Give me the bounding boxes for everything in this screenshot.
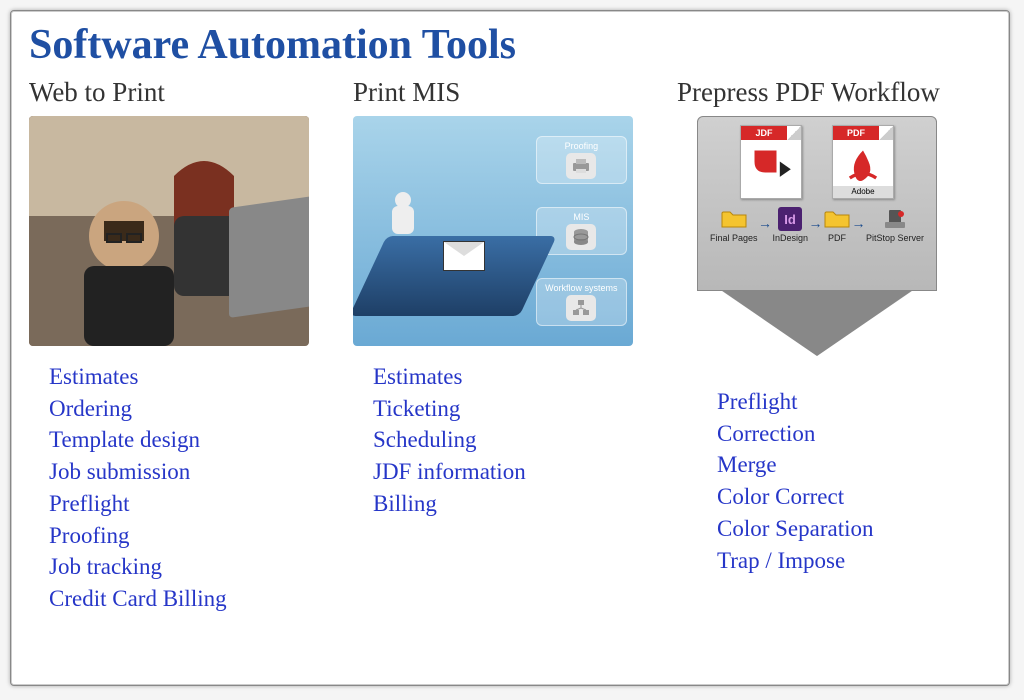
slide: Software Automation Tools Web to Print — [10, 10, 1010, 686]
list-item: Job submission — [49, 456, 343, 488]
pdf-label: PDF — [833, 126, 879, 140]
svg-text:Id: Id — [784, 212, 796, 227]
list-item: Scheduling — [373, 424, 667, 456]
list-item: JDF information — [373, 456, 667, 488]
printer-icon — [566, 153, 596, 179]
list-item: Merge — [717, 449, 991, 481]
workflow-step: PitStop Server — [866, 207, 924, 243]
column-print-mis: Print MIS Proofing — [353, 77, 667, 615]
list-item: Preflight — [49, 488, 343, 520]
list-item: Ticketing — [373, 393, 667, 425]
slide-title: Software Automation Tools — [29, 21, 991, 69]
list-prepress: Preflight Correction Merge Color Correct… — [677, 386, 991, 576]
list-item: Job tracking — [49, 551, 343, 583]
down-arrow-icon — [722, 291, 912, 356]
list-item: Trap / Impose — [717, 545, 991, 577]
arrow-icon: → — [851, 217, 865, 233]
indesign-icon: Id — [776, 207, 804, 231]
list-item: Credit Card Billing — [49, 583, 343, 615]
robot-icon — [383, 196, 423, 246]
server-icon — [881, 207, 909, 231]
mis-box-proofing: Proofing — [536, 136, 627, 184]
list-item: Template design — [49, 424, 343, 456]
adobe-label: Adobe — [833, 186, 893, 198]
list-item: Proofing — [49, 520, 343, 552]
image-web-to-print — [29, 116, 309, 346]
jdf-label: JDF — [741, 126, 787, 140]
list-item: Estimates — [373, 361, 667, 393]
column-heading: Prepress PDF Workflow — [677, 77, 991, 108]
list-item: Color Correct — [717, 481, 991, 513]
list-item: Color Separation — [717, 513, 991, 545]
list-item: Billing — [373, 488, 667, 520]
column-prepress: Prepress PDF Workflow JDF PDF Ad — [677, 77, 991, 615]
step-label: Final Pages — [710, 233, 758, 243]
arrow-icon: → — [809, 217, 823, 233]
folder-icon — [823, 207, 851, 231]
jdf-document-icon: JDF — [740, 125, 802, 199]
workflow-step: PDF — [823, 207, 851, 243]
mis-label: MIS — [541, 212, 622, 222]
workflow-step: Id InDesign — [773, 207, 809, 243]
mis-label: Proofing — [541, 141, 622, 151]
list-print-mis: Estimates Ticketing Scheduling JDF infor… — [353, 361, 667, 520]
image-print-mis: Proofing MIS Workflow systems — [353, 116, 633, 346]
envelope-icon — [443, 241, 485, 271]
list-item: Estimates — [49, 361, 343, 393]
pdf-document-icon: PDF Adobe — [832, 125, 894, 199]
column-web-to-print: Web to Print — [29, 77, 343, 615]
image-prepress-workflow: JDF PDF Adobe — [677, 116, 957, 366]
step-label: PDF — [828, 233, 846, 243]
folder-icon — [720, 207, 748, 231]
workflow-step: Final Pages — [710, 207, 758, 243]
mis-box-workflow: Workflow systems — [536, 278, 627, 326]
list-item: Ordering — [49, 393, 343, 425]
list-item: Preflight — [717, 386, 991, 418]
list-web-to-print: Estimates Ordering Template design Job s… — [29, 361, 343, 615]
list-item: Correction — [717, 418, 991, 450]
arrow-icon: → — [758, 217, 772, 233]
workflow-icon — [566, 295, 596, 321]
step-label: InDesign — [773, 233, 809, 243]
columns: Web to Print — [29, 77, 991, 615]
column-heading: Web to Print — [29, 77, 343, 108]
column-heading: Print MIS — [353, 77, 667, 108]
database-icon — [566, 224, 596, 250]
step-label: PitStop Server — [866, 233, 924, 243]
mis-label: Workflow systems — [541, 283, 622, 293]
